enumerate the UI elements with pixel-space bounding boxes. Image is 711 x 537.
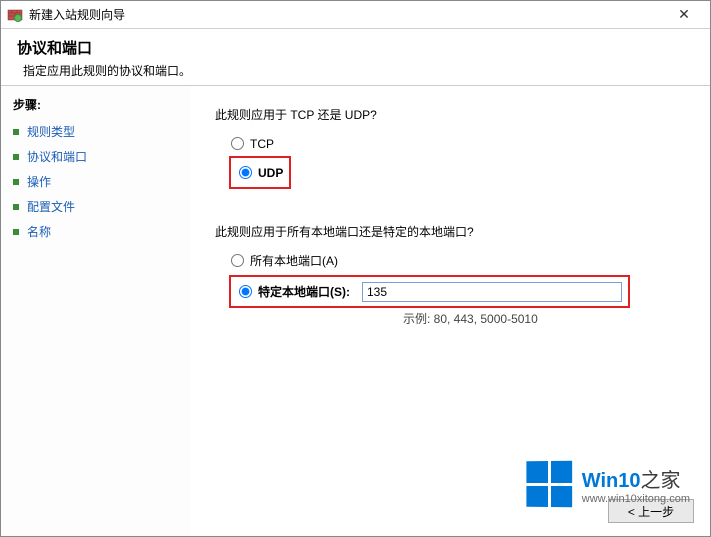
step-label: 名称: [27, 223, 51, 240]
ports-question: 此规则应用于所有本地端口还是特定的本地端口?: [215, 223, 686, 240]
ports-example-text: 示例: 80, 443, 5000-5010: [403, 310, 686, 327]
step-profile[interactable]: 配置文件: [13, 198, 179, 215]
step-bullet-icon: [13, 229, 19, 235]
step-label: 协议和端口: [27, 148, 87, 165]
step-bullet-icon: [13, 179, 19, 185]
watermark-url: www.win10xitong.com: [582, 493, 690, 505]
radio-specific-ports-label: 特定本地端口(S):: [258, 283, 350, 300]
protocol-radio-group: TCP UDP: [229, 135, 686, 189]
steps-title: 步骤:: [13, 96, 179, 113]
close-icon: ✕: [678, 6, 690, 23]
watermark-brand: Win10之家: [582, 464, 690, 493]
step-bullet-icon: [13, 204, 19, 210]
wizard-content: 此规则应用于 TCP 还是 UDP? TCP UDP 此规则应用于所有本地端口还…: [191, 86, 710, 537]
step-label: 配置文件: [27, 198, 75, 215]
titlebar: 新建入站规则向导 ✕: [1, 1, 710, 29]
wizard-header: 协议和端口 指定应用此规则的协议和端口。: [1, 29, 710, 85]
step-label: 规则类型: [27, 123, 75, 140]
step-bullet-icon: [13, 154, 19, 160]
radio-specific-ports-row: 特定本地端口(S):: [237, 283, 350, 300]
specific-ports-input[interactable]: [362, 282, 622, 302]
step-label: 操作: [27, 173, 51, 190]
radio-all-ports-row: 所有本地端口(A): [229, 252, 686, 269]
radio-udp[interactable]: [239, 166, 252, 179]
radio-all-ports[interactable]: [231, 254, 244, 267]
radio-tcp[interactable]: [231, 137, 244, 150]
step-action[interactable]: 操作: [13, 173, 179, 190]
protocol-question: 此规则应用于 TCP 还是 UDP?: [215, 106, 686, 123]
page-title: 协议和端口: [17, 37, 694, 58]
radio-tcp-label: TCP: [250, 137, 274, 151]
watermark: Win10之家 www.win10xitong.com: [526, 461, 690, 507]
window-title: 新建入站规则向导: [29, 6, 664, 23]
firewall-icon: [7, 7, 23, 23]
udp-highlight-box: UDP: [229, 156, 291, 189]
radio-tcp-row: TCP: [229, 135, 686, 152]
step-rule-type[interactable]: 规则类型: [13, 123, 179, 140]
wizard-body: 步骤: 规则类型 协议和端口 操作 配置文件 名称: [1, 86, 710, 537]
page-subtitle: 指定应用此规则的协议和端口。: [23, 62, 694, 79]
step-bullet-icon: [13, 129, 19, 135]
radio-specific-ports[interactable]: [239, 285, 252, 298]
close-button[interactable]: ✕: [664, 1, 704, 28]
radio-all-ports-label: 所有本地端口(A): [250, 252, 338, 269]
step-protocol-ports[interactable]: 协议和端口: [13, 148, 179, 165]
step-name[interactable]: 名称: [13, 223, 179, 240]
windows-logo-icon: [526, 461, 572, 508]
radio-udp-row: UDP: [237, 164, 283, 181]
watermark-text: Win10之家 www.win10xitong.com: [582, 464, 690, 505]
radio-udp-label: UDP: [258, 166, 283, 180]
specific-port-highlight-box: 特定本地端口(S):: [229, 275, 630, 308]
steps-sidebar: 步骤: 规则类型 协议和端口 操作 配置文件 名称: [1, 86, 191, 537]
wizard-window: 新建入站规则向导 ✕ 协议和端口 指定应用此规则的协议和端口。 步骤: 规则类型…: [0, 0, 711, 537]
ports-radio-group: 所有本地端口(A) 特定本地端口(S): 示例: 80, 443, 5000-5…: [229, 252, 686, 327]
